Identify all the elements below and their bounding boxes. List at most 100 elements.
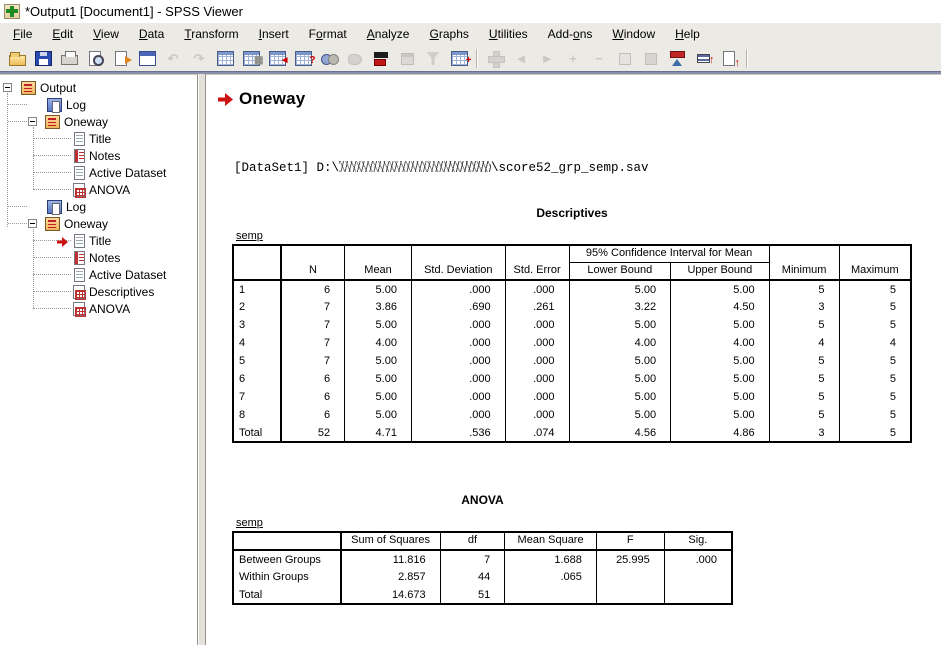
menu-analyze[interactable]: Analyze xyxy=(357,24,420,44)
variables-button[interactable] xyxy=(264,47,290,70)
value-cell: 5.00 xyxy=(671,316,770,334)
goto-data-button[interactable] xyxy=(212,47,238,70)
expand-button[interactable]: + xyxy=(560,47,586,70)
collapse-expander-icon[interactable] xyxy=(28,219,37,228)
value-cell: 5 xyxy=(769,280,839,298)
value-cell: 3.22 xyxy=(569,298,671,316)
book-tree-icon xyxy=(45,217,60,231)
next-item-icon: ► xyxy=(539,51,556,66)
menu-graphs[interactable]: Graphs xyxy=(419,24,478,44)
navigator-button[interactable] xyxy=(482,47,508,70)
tree-item-title[interactable]: Title xyxy=(0,130,197,147)
previous-item-button[interactable]: ◄ xyxy=(508,47,534,70)
open-file-button[interactable] xyxy=(4,47,30,70)
insert-text-button[interactable] xyxy=(716,47,742,70)
value-cell: .000 xyxy=(411,388,505,406)
use-variable-sets-button[interactable] xyxy=(316,47,342,70)
goto-case-button[interactable] xyxy=(238,47,264,70)
value-cell: 4.00 xyxy=(345,334,412,352)
print-preview-button[interactable] xyxy=(82,47,108,70)
descriptives-title: Descriptives xyxy=(232,206,912,220)
value-cell xyxy=(664,568,732,586)
tree-item-log[interactable]: Log xyxy=(0,96,197,113)
menu-file[interactable]: File xyxy=(3,24,42,44)
tree-item-active-dataset[interactable]: Active Dataset xyxy=(0,266,197,283)
menu-addons[interactable]: Add-ons xyxy=(538,24,603,44)
value-cell: .000 xyxy=(411,316,505,334)
panel-splitter[interactable] xyxy=(197,74,206,645)
tree-item-oneway[interactable]: Oneway xyxy=(0,113,197,130)
collapse-button[interactable]: − xyxy=(586,47,612,70)
menu-utilities[interactable]: Utilities xyxy=(479,24,538,44)
menu-format[interactable]: Format xyxy=(299,24,357,44)
row-label-cell: Total xyxy=(233,424,281,442)
value-cell: 5 xyxy=(839,352,911,370)
undo-button[interactable]: ↶ xyxy=(160,47,186,70)
promote-icon xyxy=(669,51,686,66)
output-content-pane: Oneway [DataSet1] D:\\score52_grp_semp.s… xyxy=(206,74,941,645)
collapse-expander-icon[interactable] xyxy=(28,117,37,126)
hide-results-icon xyxy=(645,53,657,65)
row-label-cell: 6 xyxy=(233,370,281,388)
designate-window-button[interactable] xyxy=(394,47,420,70)
tree-item-log[interactable]: Log xyxy=(0,198,197,215)
next-item-button[interactable]: ► xyxy=(534,47,560,70)
insert-heading-button[interactable] xyxy=(690,47,716,70)
menu-view[interactable]: View xyxy=(83,24,129,44)
save-button[interactable] xyxy=(30,47,56,70)
export-output-button[interactable] xyxy=(108,47,134,70)
insert-heading-icon xyxy=(697,54,710,63)
menu-insert[interactable]: Insert xyxy=(249,24,299,44)
table-row: Between Groups11.81671.68825.995.000 xyxy=(233,550,732,568)
select-last-output-button[interactable] xyxy=(368,47,394,70)
value-cell: 3 xyxy=(769,424,839,442)
column-header-lower-bound: Lower Bound xyxy=(569,263,671,281)
value-cell: 5.00 xyxy=(569,406,671,424)
row-label-cell: 2 xyxy=(233,298,281,316)
menu-edit[interactable]: Edit xyxy=(42,24,83,44)
menu-help[interactable]: Help xyxy=(665,24,710,44)
tree-item-notes[interactable]: Notes xyxy=(0,249,197,266)
redo-button[interactable]: ↷ xyxy=(186,47,212,70)
row-label-cell: Between Groups xyxy=(233,550,341,568)
toolbar-group-separator xyxy=(746,49,748,68)
insert-cases-button[interactable] xyxy=(446,47,472,70)
tree-item-notes[interactable]: Notes xyxy=(0,147,197,164)
value-cell: 5.00 xyxy=(569,370,671,388)
tree-item-label: Output xyxy=(40,81,76,95)
column-header-df: df xyxy=(440,532,505,550)
use-sets-button[interactable] xyxy=(342,47,368,70)
show-results-button[interactable] xyxy=(612,47,638,70)
tree-item-active-dataset[interactable]: Active Dataset xyxy=(0,164,197,181)
tree-item-output[interactable]: Output xyxy=(0,79,197,96)
descriptives-table: N Mean Std. Deviation Std. Error 95% Con… xyxy=(232,244,912,443)
value-cell: 6 xyxy=(281,406,345,424)
table-row: 474.00.000.0004.004.0044 xyxy=(233,334,911,352)
tree-item-oneway[interactable]: Oneway xyxy=(0,215,197,232)
filter-button[interactable] xyxy=(420,47,446,70)
value-cell: 5 xyxy=(839,316,911,334)
tree-item-title[interactable]: Title xyxy=(0,232,197,249)
promote-button[interactable] xyxy=(664,47,690,70)
find-button[interactable] xyxy=(290,47,316,70)
recall-dialogs-button[interactable] xyxy=(134,47,160,70)
menu-data[interactable]: Data xyxy=(129,24,174,44)
hide-results-button[interactable] xyxy=(638,47,664,70)
value-cell: 5 xyxy=(839,388,911,406)
menu-transform[interactable]: Transform xyxy=(174,24,248,44)
oneway-heading: Oneway xyxy=(239,89,305,109)
menu-window[interactable]: Window xyxy=(602,24,665,44)
value-cell: 5.00 xyxy=(345,352,412,370)
table-row: 375.00.000.0005.005.0055 xyxy=(233,316,911,334)
value-cell: 5.00 xyxy=(569,316,671,334)
anova-corner-cell xyxy=(233,532,341,550)
export-output-icon xyxy=(115,51,127,66)
stat-tree-icon xyxy=(73,302,85,316)
print-button[interactable] xyxy=(56,47,82,70)
value-cell: 3 xyxy=(769,298,839,316)
value-cell: .000 xyxy=(411,406,505,424)
tree-item-anova[interactable]: ANOVA xyxy=(0,181,197,198)
collapse-expander-icon[interactable] xyxy=(3,83,12,92)
tree-item-anova[interactable]: ANOVA xyxy=(0,300,197,317)
tree-item-descriptives[interactable]: Descriptives xyxy=(0,283,197,300)
